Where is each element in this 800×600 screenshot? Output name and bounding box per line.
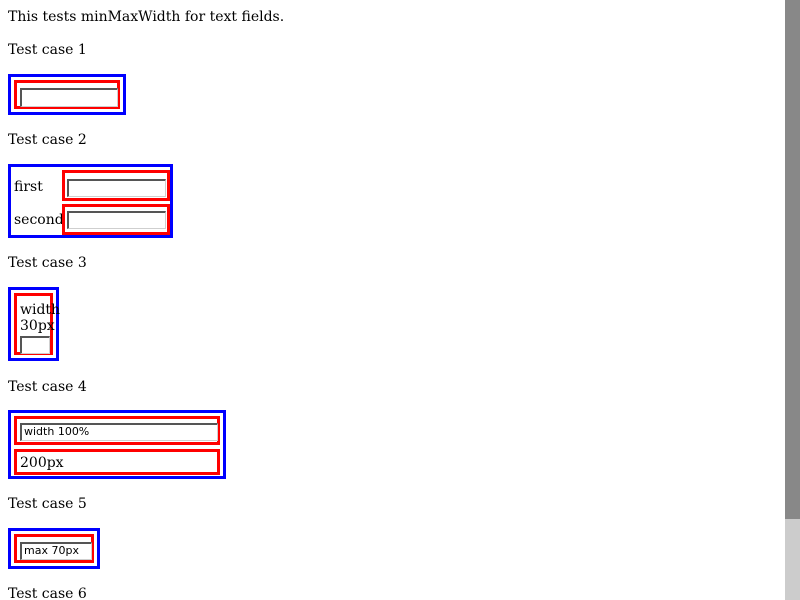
test-case-4-heading: Test case 4 xyxy=(8,379,87,395)
test-case-3-text-field[interactable] xyxy=(20,336,50,354)
test-case-3-inner-box: width 30px xyxy=(14,293,60,355)
test-case-6-heading: Test case 6 xyxy=(8,586,87,600)
test-case-4-outer-box: width 100% 200px xyxy=(8,410,226,479)
page-content: This tests minMaxWidth for text fields. … xyxy=(0,0,785,600)
test-case-1-inner-box xyxy=(14,80,120,109)
first-label: first xyxy=(14,179,43,195)
second-text-field[interactable] xyxy=(67,211,166,229)
first-text-field[interactable] xyxy=(67,179,166,197)
test-case-4-second-inner-box: 200px xyxy=(14,449,220,475)
test-case-1-outer-box xyxy=(8,74,126,115)
test-case-5-outer-box: max 70px xyxy=(8,528,100,569)
second-label: second xyxy=(14,212,64,228)
width-100-text-field[interactable]: width 100% xyxy=(20,423,218,441)
test-case-4-first-inner-box: width 100% xyxy=(14,416,220,445)
test-case-1-heading: Test case 1 xyxy=(8,42,87,58)
200px-text: 200px xyxy=(20,455,64,471)
width-text: width xyxy=(20,302,61,318)
test-case-3-heading: Test case 3 xyxy=(8,255,87,271)
vertical-scrollbar[interactable] xyxy=(785,0,800,600)
30px-text: 30px xyxy=(20,318,55,334)
test-case-2-first-inner-box xyxy=(62,170,170,201)
test-case-2-second-inner-box xyxy=(62,204,170,235)
test-case-5-heading: Test case 5 xyxy=(8,496,87,512)
test-case-2-heading: Test case 2 xyxy=(8,132,87,148)
test-case-2-outer-box: first second xyxy=(8,164,173,238)
intro-text: This tests minMaxWidth for text fields. xyxy=(8,9,285,25)
max-70px-text-field[interactable]: max 70px xyxy=(20,542,92,560)
test-case-3-outer-box: width 30px xyxy=(8,287,60,361)
test-case-1-text-field[interactable] xyxy=(20,88,118,107)
scrollbar-thumb[interactable] xyxy=(785,0,800,519)
test-case-5-inner-box: max 70px xyxy=(14,534,94,563)
